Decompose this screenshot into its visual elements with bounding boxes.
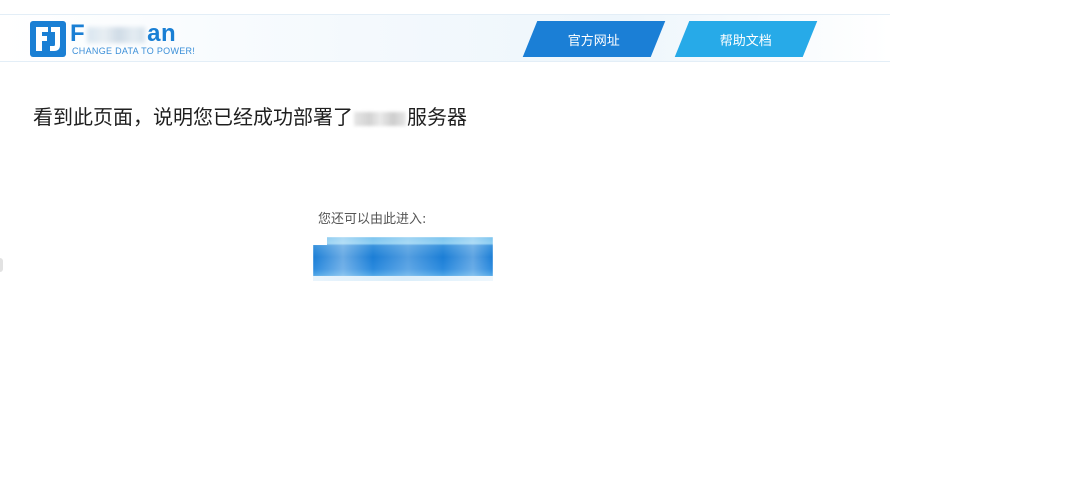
link-notch (313, 237, 327, 245)
brand-wordmark-end: an (147, 20, 177, 47)
nav-tab-label: 官方网址 (567, 33, 620, 49)
brand-wordmark: Fan (70, 20, 176, 48)
redacted-text (87, 26, 146, 43)
enter-link-redacted[interactable] (313, 237, 493, 281)
redacted-link-pixelation (313, 237, 493, 281)
enter-label: 您还可以由此进入: (318, 212, 427, 227)
nav-tab-help-docs[interactable]: 帮助文档 (674, 21, 818, 57)
headline-text-end: 服务器 (407, 105, 467, 129)
redacted-text (354, 111, 406, 126)
nav-tab-official-site[interactable]: 官方网址 (522, 21, 666, 57)
brand-logo[interactable]: Fan CHANGE DATA TO POWER! (30, 19, 195, 59)
header-bar: Fan CHANGE DATA TO POWER! 官方网址 帮助文档 (0, 14, 890, 62)
link-fade (313, 276, 493, 281)
headline-text-start: 看到此页面，说明您已经成功部署了 (33, 105, 353, 129)
scroll-edge-marker (0, 258, 3, 272)
brand-wordmark-start: F (70, 20, 86, 47)
page-headline: 看到此页面，说明您已经成功部署了 服务器 (33, 101, 467, 130)
nav-tab-label: 帮助文档 (719, 33, 772, 49)
brand-logo-icon (30, 21, 66, 57)
brand-tagline: CHANGE DATA TO POWER! (72, 46, 196, 56)
